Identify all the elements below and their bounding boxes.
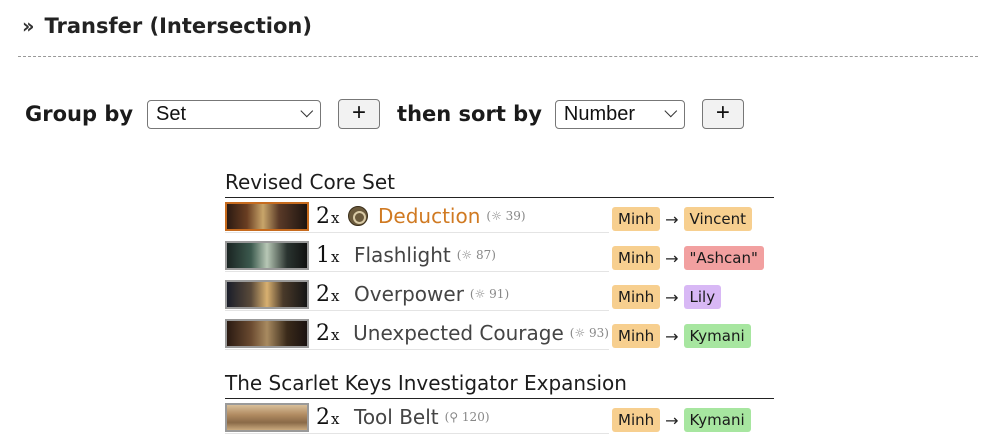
transfer-path: Minh → Kymani xyxy=(612,408,751,432)
sort-by-select[interactable]: Number xyxy=(554,99,685,129)
card-row: 2x Overpower (☼ 91) Minh → Lily xyxy=(225,276,774,315)
card-quantity: 1x xyxy=(316,242,340,268)
group-title: The Scarlet Keys Investigator Expansion xyxy=(225,371,774,399)
chevron-down-icon xyxy=(300,104,314,117)
card-row: 1x Flashlight (☼ 87) Minh → "Ashcan" xyxy=(225,237,774,276)
card-number: (☼ 93) xyxy=(569,326,609,340)
transfer-path: Minh → Vincent xyxy=(612,207,753,231)
card-quantity: 2x xyxy=(316,281,340,307)
card-row: 2x Unexpected Courage (☼ 93) Minh → Kyma… xyxy=(225,315,774,354)
grouping-controls: Group by Set + then sort by Number + xyxy=(25,99,744,129)
card-quantity: 2x xyxy=(316,320,340,346)
to-player-badge: Kymani xyxy=(683,324,751,348)
add-sort-button[interactable]: + xyxy=(701,99,744,129)
transfer-path: Minh → Lily xyxy=(612,285,722,309)
sort-by-value: Number xyxy=(563,102,636,125)
arrow-right-icon: → xyxy=(665,248,679,268)
group-title: Revised Core Set xyxy=(225,170,774,198)
arrow-right-icon: → xyxy=(665,209,679,229)
dashed-divider xyxy=(18,56,978,57)
arrow-right-icon: → xyxy=(665,410,679,430)
to-player-badge: Vincent xyxy=(683,207,753,231)
arrow-right-icon: → xyxy=(665,287,679,307)
transfer-path: Minh → Kymani xyxy=(612,324,751,348)
card-thumbnail[interactable] xyxy=(225,279,309,309)
from-player-badge: Minh xyxy=(612,285,661,309)
to-player-badge: "Ashcan" xyxy=(683,246,764,270)
card-name-link[interactable]: Tool Belt xyxy=(354,405,439,429)
card-number: (☼ 87) xyxy=(456,248,496,262)
card-number: (⚲ 120) xyxy=(444,410,490,424)
card-name-link[interactable]: Unexpected Courage xyxy=(353,321,564,345)
section-title: Transfer (Intersection) xyxy=(44,14,312,38)
sort-by-label: then sort by xyxy=(397,102,542,126)
to-player-badge: Kymani xyxy=(683,408,751,432)
from-player-badge: Minh xyxy=(612,246,661,270)
card-number: (☼ 39) xyxy=(486,209,526,223)
card-number: (☼ 91) xyxy=(469,287,510,301)
transfer-path: Minh → "Ashcan" xyxy=(612,246,764,270)
section-header[interactable]: ›› Transfer (Intersection) xyxy=(22,14,312,38)
card-quantity: 2x xyxy=(316,203,340,229)
card-group: The Scarlet Keys Investigator Expansion … xyxy=(225,371,774,438)
card-quantity: 2x xyxy=(316,404,340,430)
card-thumbnail[interactable] xyxy=(225,318,309,348)
from-player-badge: Minh xyxy=(612,408,661,432)
from-player-badge: Minh xyxy=(612,207,661,231)
card-row: 2x Tool Belt (⚲ 120) Minh → Kymani xyxy=(225,399,774,438)
from-player-badge: Minh xyxy=(612,324,661,348)
card-group: Revised Core Set 2x Deduction (☼ 39) Min… xyxy=(225,170,774,354)
card-thumbnail[interactable] xyxy=(225,240,309,270)
card-row: 2x Deduction (☼ 39) Minh → Vincent xyxy=(225,198,774,237)
group-by-select[interactable]: Set xyxy=(147,99,322,129)
seeker-class-icon xyxy=(348,206,368,226)
card-thumbnail[interactable] xyxy=(225,402,309,432)
add-group-button[interactable]: + xyxy=(338,99,381,129)
card-thumbnail[interactable] xyxy=(225,201,309,231)
card-name-link[interactable]: Flashlight xyxy=(354,243,451,267)
arrow-right-icon: → xyxy=(665,326,679,346)
card-name-link[interactable]: Deduction xyxy=(378,204,480,228)
double-chevron-right-icon[interactable]: ›› xyxy=(22,16,35,36)
group-by-value: Set xyxy=(156,102,187,125)
card-name-link[interactable]: Overpower xyxy=(354,282,464,306)
group-by-label: Group by xyxy=(25,102,134,126)
chevron-down-icon xyxy=(664,104,678,117)
to-player-badge: Lily xyxy=(683,285,722,309)
